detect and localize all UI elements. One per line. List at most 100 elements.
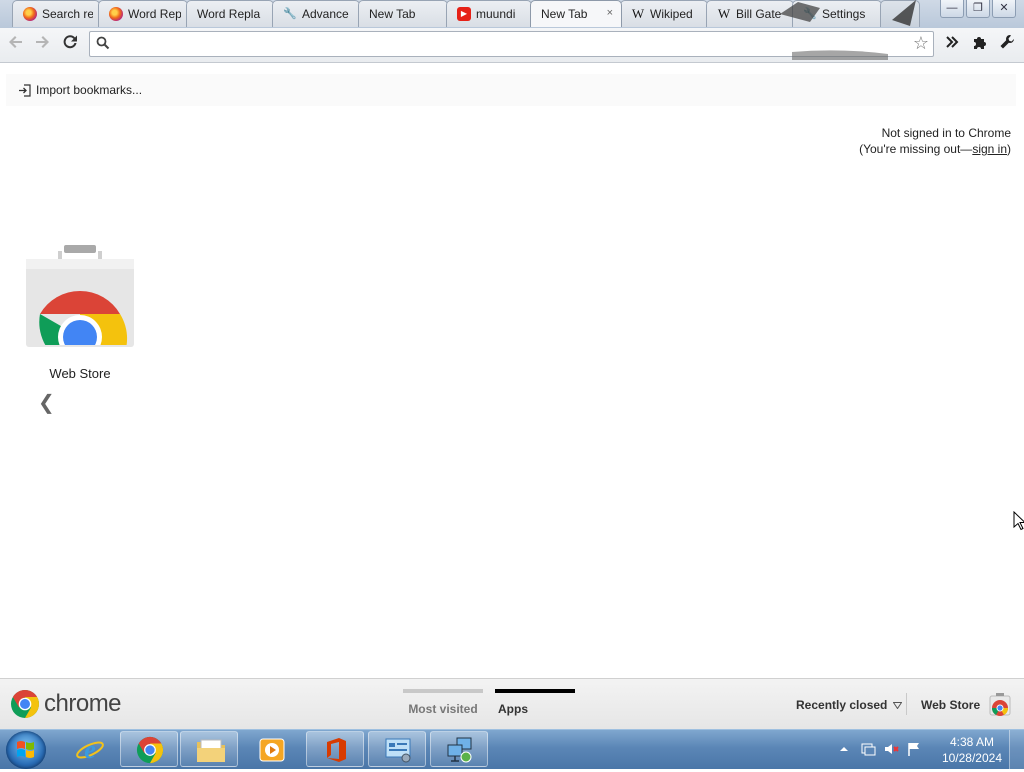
show-hidden-icons-icon[interactable] [840, 745, 848, 753]
footer-divider [906, 693, 907, 715]
tab-label: Word Repla [197, 7, 261, 21]
firefox-icon [109, 7, 123, 21]
extension-button[interactable] [968, 34, 990, 56]
tab-new-tab-active[interactable]: New Tab × [530, 0, 622, 27]
pager-apps[interactable]: Apps [495, 689, 575, 716]
window-controls: — ❐ ✕ [940, 0, 1016, 18]
system-clock[interactable]: 4:38 AM 10/28/2024 [942, 734, 1002, 766]
internet-explorer-icon: e [76, 736, 104, 764]
web-store-link[interactable]: Web Store [921, 698, 980, 712]
arrow-right-icon [36, 36, 49, 48]
tab-label: Bill Gate [736, 7, 782, 21]
taskbar-internet-explorer[interactable]: e [60, 731, 118, 767]
pager-label: Apps [498, 702, 528, 716]
tab-label: Word Rep [128, 7, 181, 21]
reload-icon [63, 35, 77, 49]
tab-wikipedia[interactable]: W Wikiped [620, 0, 708, 27]
wikipedia-icon: W [717, 7, 731, 21]
bookmark-bar: Import bookmarks... [6, 74, 1016, 106]
chrome-logo-icon [11, 690, 39, 718]
tab-label: Search re [42, 7, 93, 21]
title-bar: Search re Word Rep Word Repla 🔧 Advance N… [0, 0, 1024, 60]
tab-label: muundi [476, 7, 516, 21]
restore-button[interactable]: ❐ [966, 0, 990, 18]
chevron-left-icon[interactable]: ❮ [38, 390, 55, 415]
tab-label: New Tab [369, 7, 416, 21]
settings-menu-button[interactable] [996, 34, 1018, 56]
chrome-wordmark: chrome [44, 690, 122, 717]
import-icon [19, 83, 31, 97]
device-icon[interactable] [860, 741, 876, 757]
app-label: Web Store [49, 366, 111, 381]
wrench-icon [1000, 35, 1014, 49]
windows-taskbar: e 4:38 AM 10/28/2024 [0, 729, 1024, 769]
reload-button[interactable] [59, 34, 81, 56]
tab-label: Advance [302, 7, 349, 21]
triangle-down-icon [893, 701, 903, 709]
signin-hint-suffix: ) [1007, 142, 1011, 156]
sign-in-link[interactable]: sign in [972, 142, 1007, 156]
tab-label: New Tab [541, 7, 588, 21]
clock-date: 10/28/2024 [941, 751, 1002, 765]
close-icon[interactable]: × [607, 7, 613, 19]
web-store-icon [26, 245, 134, 347]
search-icon [96, 36, 110, 50]
forward-button[interactable] [31, 34, 53, 56]
extensions-overflow-button[interactable] [941, 34, 963, 56]
svg-text:e: e [84, 736, 96, 764]
arrow-left-icon [9, 36, 22, 48]
tab-word-rep[interactable]: Word Rep [98, 0, 188, 27]
web-store-mini-icon[interactable] [988, 692, 1012, 716]
ntp-footer: chrome Most visited Apps Recently closed… [0, 678, 1024, 729]
signin-status: Not signed in to Chrome [881, 126, 1011, 140]
volume-muted-icon[interactable] [884, 741, 900, 757]
taskbar-file-explorer[interactable] [180, 731, 238, 767]
recently-closed-menu[interactable]: Recently closed [796, 698, 903, 712]
import-bookmarks-label: Import bookmarks... [36, 83, 143, 97]
folder-icon [197, 739, 225, 762]
chrome-brand: chrome [10, 689, 122, 719]
wrench-icon: 🔧 [283, 8, 297, 20]
tab-word-replace[interactable]: Word Repla [186, 0, 274, 27]
tab-search[interactable]: Search re [12, 0, 100, 27]
signin-hint: (You're missing out—sign in) [859, 141, 1011, 157]
windows-logo-icon [17, 741, 34, 758]
recently-closed-label: Recently closed [796, 698, 888, 712]
network-computer-icon [447, 737, 472, 763]
pager-label: Most visited [408, 702, 478, 716]
signin-promo: Not signed in to Chrome (You're missing … [859, 125, 1011, 157]
firefox-icon [23, 7, 37, 21]
pager-indicator [495, 689, 575, 693]
chevron-double-right-icon [946, 36, 959, 48]
youtube-icon: ▶ [457, 7, 471, 21]
office-icon [327, 738, 346, 762]
media-player-icon [259, 738, 285, 762]
pager-indicator [403, 689, 483, 693]
tab-new-tab[interactable]: New Tab [358, 0, 448, 27]
control-panel-icon [385, 738, 411, 763]
start-button[interactable] [6, 731, 46, 769]
taskbar-control-panel[interactable] [368, 731, 426, 767]
taskbar-office[interactable] [306, 731, 364, 767]
chrome-logo-icon [136, 736, 164, 764]
tab-label: Wikiped [650, 7, 693, 21]
action-center-flag-icon[interactable] [906, 741, 922, 757]
app-tile-web-store[interactable]: Web Store [24, 243, 136, 381]
minimize-button[interactable]: — [940, 0, 964, 18]
mouse-cursor-icon [1013, 511, 1024, 531]
back-button[interactable] [5, 34, 27, 56]
import-bookmarks-link[interactable]: Import bookmarks... [18, 83, 142, 97]
show-desktop-button[interactable] [1009, 730, 1024, 769]
puzzle-piece-icon [974, 37, 986, 49]
pager-most-visited[interactable]: Most visited [403, 689, 483, 716]
close-window-button[interactable]: ✕ [992, 0, 1016, 18]
taskbar-chrome[interactable] [120, 731, 178, 767]
taskbar-network-app[interactable] [430, 731, 488, 767]
tab-advanced[interactable]: 🔧 Advance [272, 0, 360, 27]
theme-artwork [780, 0, 916, 60]
tab-youtube[interactable]: ▶ muundi [446, 0, 532, 27]
wikipedia-icon: W [631, 7, 645, 21]
signin-hint-prefix: (You're missing out— [859, 142, 973, 156]
taskbar-media-player[interactable] [242, 731, 300, 767]
clock-time: 4:38 AM [949, 735, 994, 749]
